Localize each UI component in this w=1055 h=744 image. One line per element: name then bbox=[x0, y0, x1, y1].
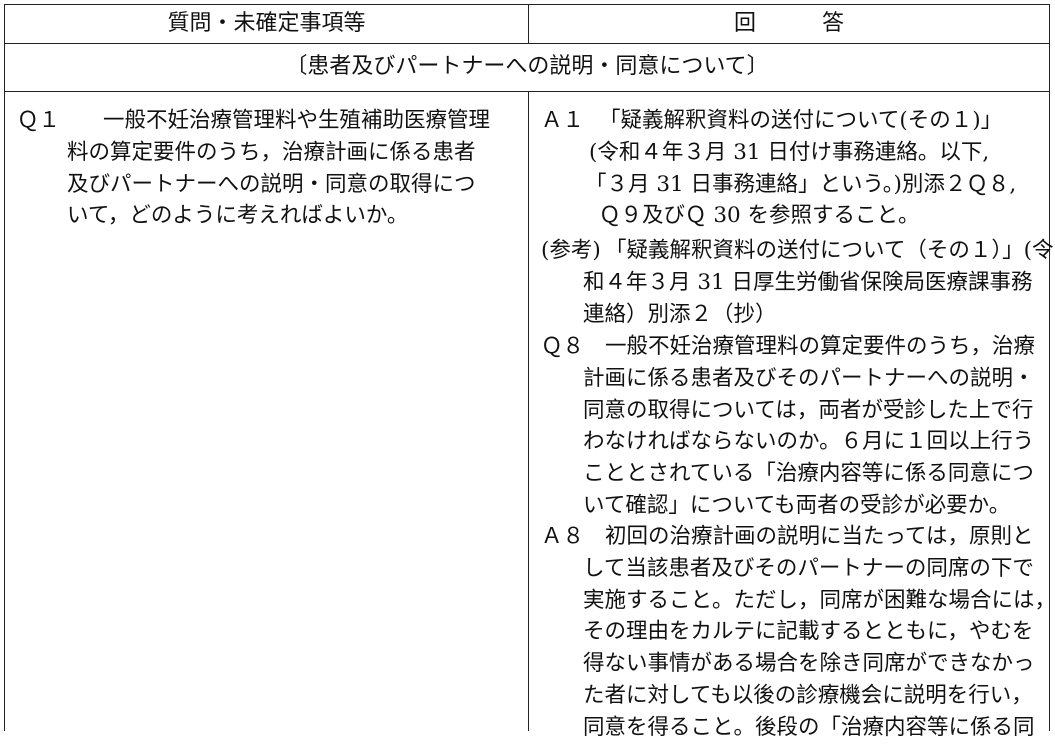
q1-line: 料の算定要件のうち，治療計画に係る患者 bbox=[67, 139, 476, 165]
a1-line: 「疑義解釈資料の送付について(その１)」 bbox=[599, 108, 1003, 133]
table-header: 質問・未確定事項等 回 答 bbox=[5, 5, 1049, 44]
q1-label: Ｑ１ bbox=[17, 108, 61, 133]
header-answer: 回 答 bbox=[733, 11, 844, 36]
a8-line: して当該患者及びそのパートナーの同席の下で bbox=[583, 555, 1034, 581]
q8-label: Ｑ８ bbox=[541, 334, 585, 359]
answer-column: Ａ１ 「疑義解釈資料の送付について(その１)」 (令和４年３月 31 日付け事務… bbox=[529, 91, 1055, 740]
a1-label: Ａ１ bbox=[541, 108, 585, 133]
a1-line: Ｑ９及びＱ 30 を参照すること。 bbox=[599, 203, 920, 229]
question-column: Ｑ１ 一般不妊治療管理料や生殖補助医療管理 料の算定要件のうち，治療計画に係る患… bbox=[5, 91, 529, 731]
q8-line: 計画に係る患者及びそのパートナーへの説明・ bbox=[583, 365, 1035, 391]
ref-label: (参考) bbox=[541, 238, 601, 263]
a8-line: その理由をカルテに記載するとともに，やむを bbox=[583, 619, 1034, 645]
ref-line: 和４年３月 31 日厚生労働省保険局医療課事務 bbox=[583, 269, 1033, 295]
q1-line: いて，どのように考えればよいか。 bbox=[67, 203, 409, 229]
a8-line: た者に対しても以後の診療機会に説明を行い， bbox=[583, 683, 1033, 708]
q1-line: 一般不妊治療管理料や生殖補助医療管理 bbox=[103, 108, 491, 133]
q1-line: 及びパートナーへの説明・同意の取得につ bbox=[67, 171, 476, 197]
a1-line: 「３月 31 日事務連絡」という。)別添２Ｑ８, bbox=[585, 171, 1017, 197]
q8-line: わなければならないのか。６月に１回以上行う bbox=[583, 429, 1035, 455]
header-question: 質問・未確定事項等 bbox=[5, 5, 529, 43]
a8-label: Ａ８ bbox=[541, 524, 585, 549]
q8-line: 一般不妊治療管理料の算定要件のうち，治療 bbox=[605, 334, 1036, 359]
a8-line: 実施すること。ただし，同席が困難な場合には， bbox=[583, 587, 1055, 613]
ref-line: 連絡）別添２（抄） bbox=[583, 301, 777, 327]
q8-line: いて確認」についても両者の受診が必要か。 bbox=[583, 493, 1011, 518]
a8-line: 初回の治療計画の説明に当たっては，原則と bbox=[605, 524, 1034, 549]
a1-line: (令和４年３月 31 日付け事務連絡。以下, bbox=[589, 139, 990, 165]
a8-line: 同意を得ること。後段の「治療内容等に係る同 bbox=[583, 714, 1035, 740]
section-title: 〔患者及びパートナーへの説明・同意について〕 bbox=[5, 43, 1049, 92]
qa-table: 質問・未確定事項等 回 答 〔患者及びパートナーへの説明・同意について〕 Ｑ１ … bbox=[4, 4, 1055, 740]
q8-line: こととされている「治療内容等に係る同意につ bbox=[583, 461, 1034, 487]
q8-line: 同意の取得については，両者が受診した上で行 bbox=[583, 397, 1034, 423]
a8-line: 得ない事情がある場合を除き同席ができなかっ bbox=[583, 651, 1035, 677]
ref-line: 「疑義解釈資料の送付について（その１）」(令 bbox=[605, 238, 1054, 263]
